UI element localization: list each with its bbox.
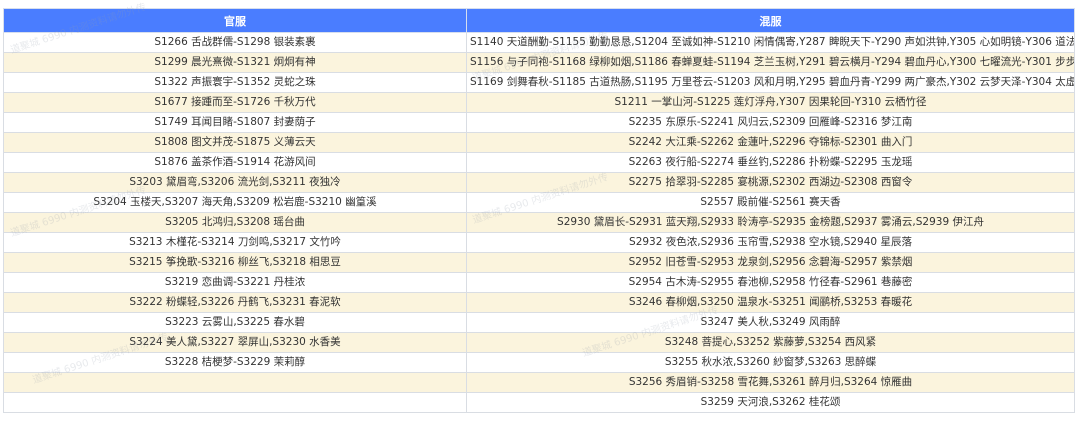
mixed-server-cell: S1156 与子同袍-S1168 绿柳如烟,S1186 春蝉夏蛙-S1194 芝…	[466, 52, 1075, 73]
mixed-server-cell: S1169 剑舞春秋-S1185 古道热肠,S1195 万里苍云-S1203 风…	[466, 72, 1075, 93]
table-row: S1876 盖茶作酒-S1914 花游风间 S2263 夜行船-S2274 垂丝钓…	[3, 152, 1075, 173]
table-row: S1677 接踵而至-S1726 千秋万代 S1211 一掌山河-S1225 莲灯…	[3, 92, 1075, 113]
mixed-server-cell: S3256 秀眉销-S3258 雪花舞,S3261 醉月归,S3264 惊雁曲	[466, 372, 1075, 393]
official-server-cell: S1299 晨光熹微-S1321 炯炯有神	[3, 52, 467, 73]
official-server-cell: S1808 图文并茂-S1875 义薄云天	[3, 132, 467, 153]
mixed-server-cell: S2242 大江乘-S2262 金蓮叶,S2296 夺锦标-S2301 曲入门	[466, 132, 1075, 153]
mixed-server-cell: S1211 一掌山河-S1225 莲灯浮舟,Y307 因果轮回-Y310 云栖竹…	[466, 92, 1075, 113]
table-header: 官服 混服	[3, 8, 1075, 33]
official-server-cell: S1749 耳闻目睹-S1807 封妻荫子	[3, 112, 467, 133]
mixed-server-cell: S2954 古木涛-S2955 春池柳,S2958 竹径春-S2961 巷藤密	[466, 272, 1075, 293]
table-row: S1808 图文并茂-S1875 义薄云天 S2242 大江乘-S2262 金蓮叶…	[3, 132, 1075, 153]
official-server-cell: S3213 木槿花-S3214 刀剑鸣,S3217 文竹吟	[3, 232, 467, 253]
table-row: S1749 耳闻目睹-S1807 封妻荫子 S2235 东原乐-S2241 风归云…	[3, 112, 1075, 133]
header-row: 官服 混服	[3, 8, 1075, 33]
official-server-cell: S3223 云雾山,S3225 春水碧	[3, 312, 467, 333]
table-row: S3224 美人黛,S3227 翠屏山,S3230 水香美 S3248 菩提心,S…	[3, 332, 1075, 353]
mixed-server-cell: S2952 旧苍雪-S2953 龙泉剑,S2956 念碧海-S2957 紫禁烟	[466, 252, 1075, 273]
table-row: S3215 筝挽歌-S3216 柳丝飞,S3218 相思豆 S2952 旧苍雪-S…	[3, 252, 1075, 273]
table-row: S1322 声振寰宇-S1352 灵蛇之珠 S1169 剑舞春秋-S1185 古道…	[3, 72, 1075, 93]
official-server-cell: S3228 桔梗梦-S3229 茉莉醇	[3, 352, 467, 373]
mixed-server-cell: S3247 美人秋,S3249 风雨醉	[466, 312, 1075, 333]
table-row: S3219 恋曲调-S3221 丹桂浓 S2954 古木涛-S2955 春池柳,S…	[3, 272, 1075, 293]
mixed-server-cell: S2557 殿前催-S2561 赛天香	[466, 192, 1075, 213]
table-row: S1299 晨光熹微-S1321 炯炯有神 S1156 与子同袍-S1168 绿柳…	[3, 52, 1075, 73]
official-server-cell: S3204 玉楼天,S3207 海天角,S3209 松岩鹿-S3210 幽篁溪	[3, 192, 467, 213]
table-row: S3213 木槿花-S3214 刀剑鸣,S3217 文竹吟 S2932 夜色浓,S…	[3, 232, 1075, 253]
table-row: S3222 粉蝶轻,S3226 丹鹤飞,S3231 春泥软 S3246 春柳烟,S…	[3, 292, 1075, 313]
mixed-server-cell: S1140 天道酬勤-S1155 勤勤恳恳,S1204 至诚如神-S1210 闲…	[466, 32, 1075, 53]
table-row: S3204 玉楼天,S3207 海天角,S3209 松岩鹿-S3210 幽篁溪 S…	[3, 192, 1075, 213]
mixed-server-cell: S2930 黛眉长-S2931 蓝天翔,S2933 聆涛亭-S2935 金榜题,…	[466, 212, 1075, 233]
official-server-cell	[3, 392, 467, 413]
official-server-cell: S3222 粉蝶轻,S3226 丹鹤飞,S3231 春泥软	[3, 292, 467, 313]
official-server-cell: S1677 接踵而至-S1726 千秋万代	[3, 92, 467, 113]
table-body: S1266 舌战群儒-S1298 银装素裹 S1140 天道酬勤-S1155 勤勤…	[3, 32, 1075, 413]
table-row: S3256 秀眉销-S3258 雪花舞,S3261 醉月归,S3264 惊雁曲	[3, 372, 1075, 393]
mixed-server-cell: S2275 拾翠羽-S2285 宴桃源,S2302 西湖边-S2308 西窗令	[466, 172, 1075, 193]
header-mixed: 混服	[466, 8, 1075, 33]
mixed-server-cell: S3248 菩提心,S3252 紫藤萝,S3254 西风紧	[466, 332, 1075, 353]
mixed-server-cell: S3255 秋水浓,S3260 紗窗梦,S3263 思醉蝶	[466, 352, 1075, 373]
official-server-cell: S3215 筝挽歌-S3216 柳丝飞,S3218 相思豆	[3, 252, 467, 273]
header-official: 官服	[3, 8, 467, 33]
server-merge-table: 官服 混服 S1266 舌战群儒-S1298 银装素裹 S1140 天道酬勤-S1…	[3, 8, 1075, 413]
official-server-cell: S1266 舌战群儒-S1298 银装素裹	[3, 32, 467, 53]
official-server-cell: S3205 北鸿归,S3208 瑶台曲	[3, 212, 467, 233]
table-row: S3203 黛眉弯,S3206 流光剑,S3211 夜独冷 S2275 拾翠羽-S…	[3, 172, 1075, 193]
page: 官服 混服 S1266 舌战群儒-S1298 银装素裹 S1140 天道酬勤-S1…	[0, 0, 1080, 438]
official-server-cell	[3, 372, 467, 393]
official-server-cell: S3219 恋曲调-S3221 丹桂浓	[3, 272, 467, 293]
table-row: S3205 北鸿归,S3208 瑶台曲 S2930 黛眉长-S2931 蓝天翔,S…	[3, 212, 1075, 233]
table-row: S3223 云雾山,S3225 春水碧 S3247 美人秋,S3249 风雨醉	[3, 312, 1075, 333]
mixed-server-cell: S3259 天河浪,S3262 桂花颂	[466, 392, 1075, 413]
official-server-cell: S1876 盖茶作酒-S1914 花游风间	[3, 152, 467, 173]
table-row: S1266 舌战群儒-S1298 银装素裹 S1140 天道酬勤-S1155 勤勤…	[3, 32, 1075, 53]
official-server-cell: S3203 黛眉弯,S3206 流光剑,S3211 夜独冷	[3, 172, 467, 193]
official-server-cell: S1322 声振寰宇-S1352 灵蛇之珠	[3, 72, 467, 93]
table-row: S3228 桔梗梦-S3229 茉莉醇 S3255 秋水浓,S3260 紗窗梦,S…	[3, 352, 1075, 373]
mixed-server-cell: S2263 夜行船-S2274 垂丝钓,S2286 扑粉蝶-S2295 玉龙瑶	[466, 152, 1075, 173]
table-row: S3259 天河浪,S3262 桂花颂	[3, 392, 1075, 413]
mixed-server-cell: S2932 夜色浓,S2936 玉帘雪,S2938 空水镜,S2940 星辰落	[466, 232, 1075, 253]
mixed-server-cell: S2235 东原乐-S2241 风归云,S2309 回雁峰-S2316 梦江南	[466, 112, 1075, 133]
mixed-server-cell: S3246 春柳烟,S3250 温泉水-S3251 闻鹂桥,S3253 春暖花	[466, 292, 1075, 313]
official-server-cell: S3224 美人黛,S3227 翠屏山,S3230 水香美	[3, 332, 467, 353]
